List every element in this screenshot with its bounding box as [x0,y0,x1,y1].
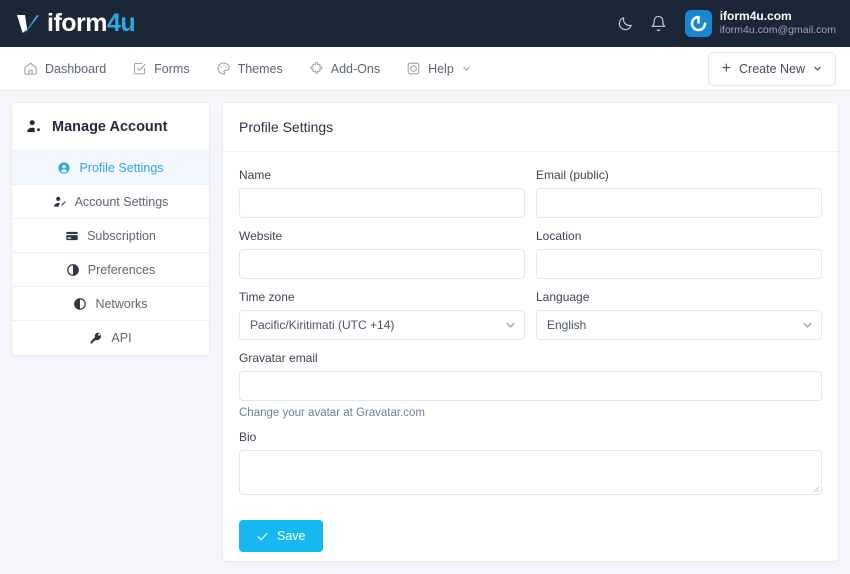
profile-settings-panel: Profile Settings Name Email (public) Web… [222,102,839,562]
label-bio: Bio [239,430,822,444]
form-row-gravatar: Gravatar email Change your avatar at Gra… [239,351,822,419]
sidebar-item-profile-settings[interactable]: Profile Settings [12,151,209,185]
timezone-select-wrap: Pacific/Kiritimati (UTC +14) [239,310,525,340]
chevron-down-icon [462,64,471,73]
label-location: Location [536,229,822,243]
brand-name-main: iform [47,9,107,37]
sidebar-title-label: Manage Account [52,119,167,135]
brand-name: iform4u [47,11,135,36]
save-button-label: Save [277,529,306,543]
brand-logo[interactable]: iform4u [14,11,135,37]
bio-textarea[interactable] [239,450,822,495]
user-edit-icon [53,195,67,209]
nav-label-themes: Themes [238,62,283,76]
field-timezone: Time zone Pacific/Kiritimati (UTC +14) [239,290,525,340]
location-input[interactable] [536,249,822,279]
nav-item-forms[interactable]: Forms [123,55,198,82]
brand-name-accent: 4u [107,9,135,37]
account-email: iform4u.com@gmail.com [720,24,836,37]
save-button[interactable]: Save [239,520,323,552]
nav-label-forms: Forms [154,62,189,76]
profile-form: Name Email (public) Website Location [223,152,838,562]
website-input[interactable] [239,249,525,279]
avatar[interactable] [685,10,712,37]
form-row-website-location: Website Location [239,229,822,279]
form-row-bio: Bio [239,430,822,495]
puzzle-piece-icon [309,61,324,76]
field-language: Language English [536,290,822,340]
form-row-name-email: Name Email (public) [239,168,822,218]
sidebar-item-subscription[interactable]: Subscription [12,219,209,253]
label-timezone: Time zone [239,290,525,304]
help-circle-icon [406,61,421,76]
nav-label-dashboard: Dashboard [45,62,106,76]
checked-square-icon [132,61,147,76]
nav-label-help: Help [428,62,454,76]
moon-icon[interactable] [617,15,634,32]
label-language: Language [536,290,822,304]
check-mark-logo-icon [14,11,40,37]
user-gear-icon [26,118,43,135]
nav-item-addons[interactable]: Add-Ons [300,55,389,82]
email-input[interactable] [536,188,822,218]
field-gravatar-email: Gravatar email Change your avatar at Gra… [239,351,822,419]
timezone-select[interactable]: Pacific/Kiritimati (UTC +14) [239,310,525,340]
bio-textarea-wrap [239,450,822,495]
account-name: iform4u.com [720,9,836,24]
nav-item-dashboard[interactable]: Dashboard [14,55,115,82]
topbar-right-cluster: iform4u.com iform4u.com@gmail.com [617,9,836,37]
sidebar-label-account-settings: Account Settings [75,195,169,209]
half-circle-icon [66,263,80,277]
nav-items: Dashboard Forms Themes Add-Ons [14,55,480,82]
gravatar-logo-icon [689,14,708,33]
field-location: Location [536,229,822,279]
check-icon [256,530,269,543]
create-new-button[interactable]: + Create New [708,52,836,86]
label-name: Name [239,168,525,182]
field-website: Website [239,229,525,279]
palette-icon [216,61,231,76]
sidebar-title: Manage Account [12,103,209,151]
user-circle-icon [57,161,71,175]
sidebar: Manage Account Profile Settings Account … [11,102,210,356]
chevron-down-icon [813,64,822,73]
field-bio: Bio [239,430,822,495]
label-website: Website [239,229,525,243]
language-select[interactable]: English [536,310,822,340]
nav-item-help[interactable]: Help [397,55,480,82]
key-icon [89,331,103,345]
panel-title: Profile Settings [223,103,838,152]
label-gravatar-email: Gravatar email [239,351,822,365]
create-new-label: Create New [739,62,805,76]
page-body: Manage Account Profile Settings Account … [0,91,850,573]
field-name: Name [239,168,525,218]
sidebar-label-api: API [111,331,131,345]
sidebar-label-preferences: Preferences [88,263,155,277]
name-input[interactable] [239,188,525,218]
plus-icon: + [722,61,731,77]
account-meta: iform4u.com iform4u.com@gmail.com [720,9,836,37]
form-row-timezone-language: Time zone Pacific/Kiritimati (UTC +14) L… [239,290,822,340]
gravatar-link[interactable]: Change your avatar at Gravatar.com [239,407,425,419]
top-bar: iform4u iform4u.com iform4u.com@gmail.co… [0,0,850,47]
nav-item-themes[interactable]: Themes [207,55,292,82]
sidebar-item-preferences[interactable]: Preferences [12,253,209,287]
main-navigation: Dashboard Forms Themes Add-Ons [0,47,850,91]
sidebar-label-profile-settings: Profile Settings [79,161,163,175]
bell-icon[interactable] [650,15,667,32]
gravatar-email-input[interactable] [239,371,822,401]
field-email: Email (public) [536,168,822,218]
account-menu[interactable]: iform4u.com iform4u.com@gmail.com [685,9,836,37]
sidebar-item-networks[interactable]: Networks [12,287,209,321]
nav-label-addons: Add-Ons [331,62,380,76]
sidebar-label-subscription: Subscription [87,229,156,243]
sidebar-item-api[interactable]: API [12,321,209,355]
sidebar-label-networks: Networks [95,297,147,311]
language-select-wrap: English [536,310,822,340]
sidebar-item-account-settings[interactable]: Account Settings [12,185,209,219]
half-circle-icon [73,297,87,311]
credit-card-icon [65,229,79,243]
label-email: Email (public) [536,168,822,182]
home-icon [23,61,38,76]
